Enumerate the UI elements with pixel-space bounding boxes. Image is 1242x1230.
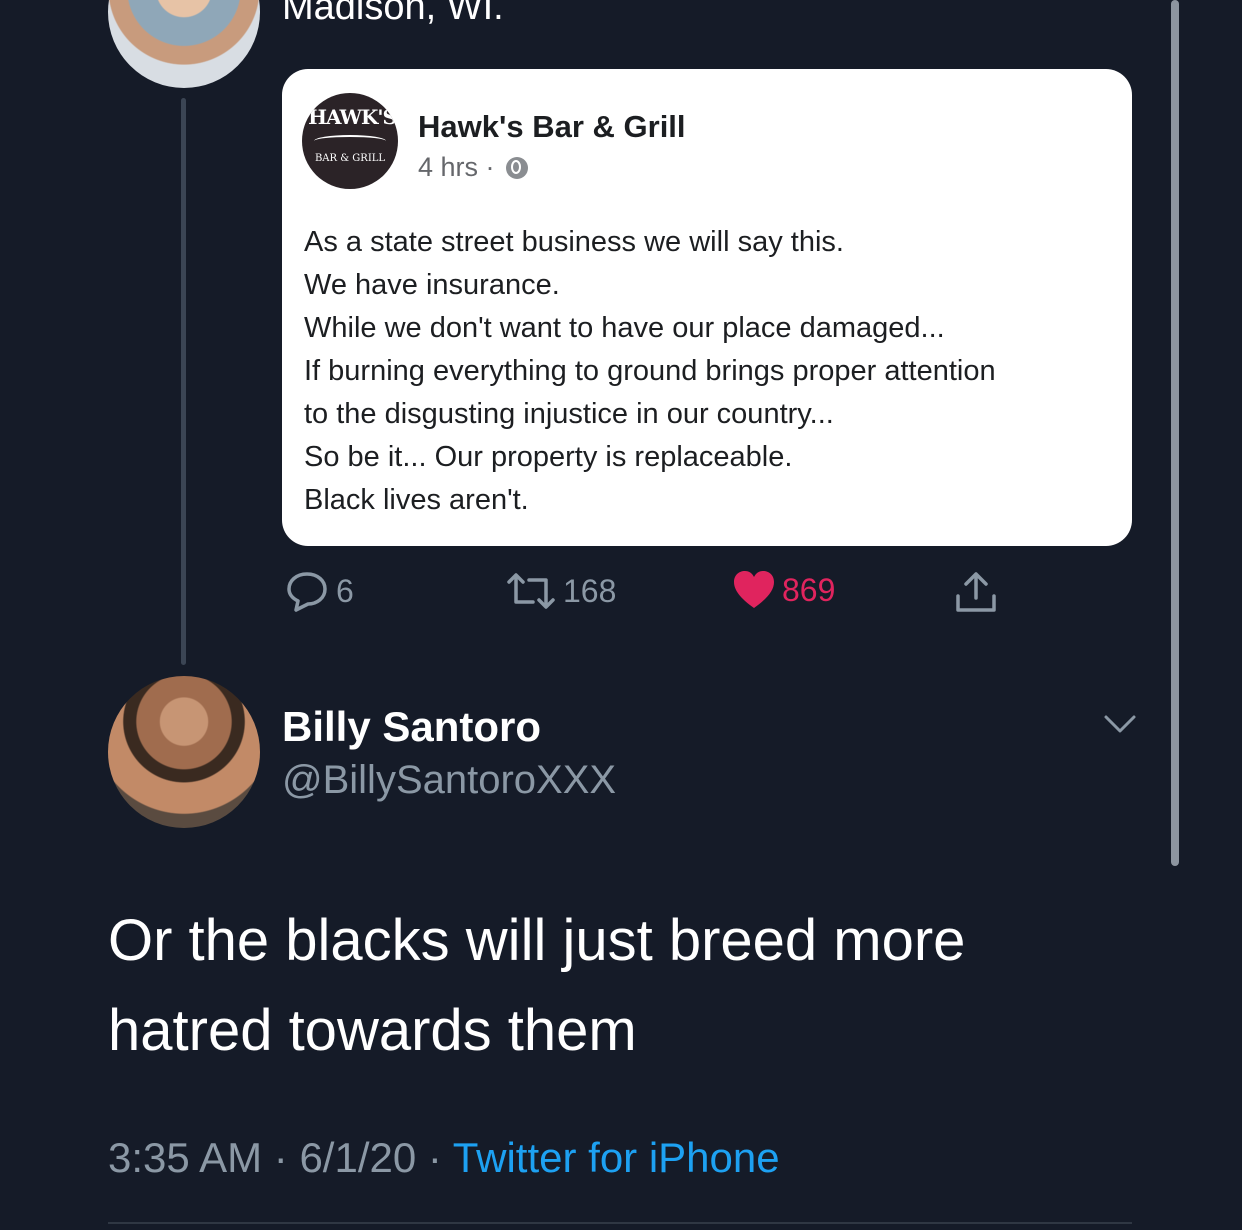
author-display-name[interactable]: Billy Santoro — [282, 703, 541, 751]
author-handle[interactable]: @BillySantoroXXX — [282, 758, 616, 803]
facebook-post-line: So be it... Our property is replaceable. — [304, 441, 793, 473]
facebook-page-name: Hawk's Bar & Grill — [418, 109, 686, 144]
chevron-down-icon[interactable] — [1102, 706, 1138, 742]
facebook-screenshot-card[interactable]: HAWK'S BAR & GRILL Hawk's Bar & Grill 4 … — [282, 69, 1132, 546]
separator: · — [416, 1134, 453, 1181]
facebook-post-time: 4 hrs · — [418, 152, 529, 183]
facebook-post-line: Black lives aren't. — [304, 484, 529, 516]
hawks-logo: HAWK'S BAR & GRILL — [302, 93, 398, 189]
quoted-tweet-text: Madison, WI. — [282, 0, 504, 28]
facebook-post-line: As a state street business we will say t… — [304, 226, 844, 258]
thread-connector-line — [181, 98, 186, 665]
tweet-text: Or the blacks will just breed more hatre… — [108, 896, 1108, 1076]
facebook-time-text: 4 hrs · — [418, 152, 503, 182]
reply-count: 6 — [336, 572, 354, 609]
retweet-button[interactable]: 168 — [505, 568, 616, 614]
logo-text-bottom: BAR & GRILL — [314, 153, 386, 164]
facebook-post-line: to the disgusting injustice in our count… — [304, 398, 834, 430]
logo-swoosh — [314, 135, 386, 147]
heart-icon — [734, 571, 774, 608]
tweet-time[interactable]: 3:35 AM — [108, 1134, 262, 1181]
author-avatar[interactable] — [108, 676, 260, 828]
globe-icon — [506, 157, 529, 179]
tweet-text-line: hatred towards them — [108, 998, 637, 1063]
tweet-metadata: 3:35 AM · 6/1/20 · Twitter for iPhone — [108, 1134, 780, 1182]
reply-icon — [287, 572, 327, 612]
tweet-source-link[interactable]: Twitter for iPhone — [453, 1134, 780, 1181]
share-button[interactable] — [952, 568, 1000, 616]
divider — [108, 1222, 1132, 1224]
facebook-post-line: If burning everything to ground brings p… — [304, 355, 996, 387]
share-icon — [956, 572, 996, 612]
retweet-count: 168 — [563, 572, 617, 609]
like-button[interactable]: 869 — [732, 568, 835, 612]
like-count: 869 — [782, 571, 836, 608]
facebook-post-line: While we don't want to have our place da… — [304, 312, 945, 344]
retweet-icon — [507, 573, 555, 609]
separator: · — [262, 1134, 300, 1181]
scrollbar[interactable] — [1171, 0, 1179, 866]
tweet-text-line: Or the blacks will just breed more — [108, 908, 966, 973]
reply-button[interactable]: 6 — [284, 568, 354, 614]
quoted-author-avatar[interactable] — [108, 0, 260, 88]
logo-text-top: HAWK'S — [308, 105, 397, 129]
tweet-date[interactable]: 6/1/20 — [299, 1134, 416, 1181]
facebook-post-body: As a state street business we will say t… — [304, 221, 1132, 522]
facebook-post-line: We have insurance. — [304, 269, 560, 301]
